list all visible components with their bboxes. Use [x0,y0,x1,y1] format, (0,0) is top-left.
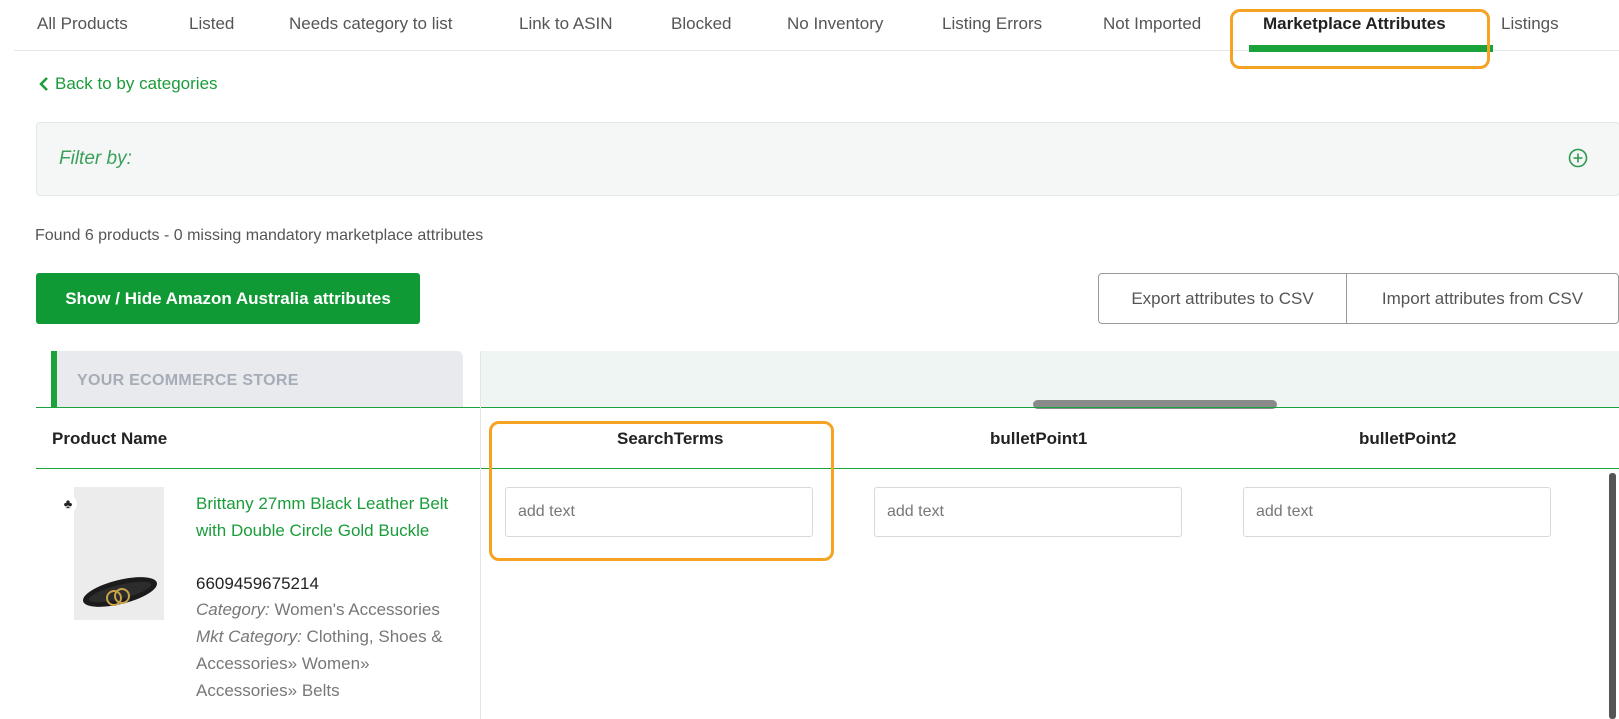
product-name-link[interactable]: Brittany 27mm Black Leather Belt with Do… [196,490,471,544]
searchterms-input[interactable] [505,487,813,537]
product-sku: 6609459675214 [196,574,319,593]
variants-icon: ♣ [59,495,77,513]
tab-all-products[interactable]: All Products [37,14,128,34]
category-value: Women's Accessories [274,600,440,619]
tab-link-to-asin[interactable]: Link to ASIN [519,14,613,34]
tab-listings[interactable]: Listings [1501,14,1559,34]
tab-listing-errors[interactable]: Listing Errors [942,14,1042,34]
column-header-product-name: Product Name [52,429,168,448]
back-to-categories-link[interactable]: Back to by categories [39,74,218,94]
belt-image [83,577,157,607]
store-section-header: YOUR ECOMMERCE STORE [51,351,463,407]
chevron-left-icon [39,77,48,91]
marketplace-section-header [481,351,1619,407]
bulletpoint1-input[interactable] [874,487,1182,537]
plus-circle-icon[interactable] [1567,147,1589,169]
table-header: Product Name SearchTerms bulletPoint1 bu… [36,407,1619,469]
product-meta: Category: Women's Accessories Mkt Catego… [196,596,471,704]
filter-label: Filter by: [59,148,132,169]
tab-marketplace-attributes[interactable]: Marketplace Attributes [1263,14,1446,34]
column-header-bulletpoint1: bulletPoint1 [990,429,1088,448]
back-link-label: Back to by categories [55,74,218,93]
bulletpoint2-input[interactable] [1243,487,1551,537]
vertical-scrollbar[interactable] [1609,473,1616,719]
store-section-label: YOUR ECOMMERCE STORE [77,372,299,389]
tab-needs-category[interactable]: Needs category to list [289,14,452,34]
results-summary: Found 6 products - 0 missing mandatory m… [35,227,484,244]
category-key: Category: [196,600,270,619]
tab-not-imported[interactable]: Not Imported [1103,14,1201,34]
tab-no-inventory[interactable]: No Inventory [787,14,883,34]
active-tab-indicator [1249,45,1493,52]
column-header-searchterms: SearchTerms [617,429,724,448]
toggle-amazon-attributes-button[interactable]: Show / Hide Amazon Australia attributes [36,273,420,324]
tab-blocked[interactable]: Blocked [671,14,731,34]
tab-listed[interactable]: Listed [189,14,234,34]
tab-bar: All Products Listed Needs category to li… [14,0,1619,52]
product-thumbnail[interactable] [74,487,164,620]
import-csv-button[interactable]: Import attributes from CSV [1346,273,1619,324]
table-row: ♣ Brittany 27mm Black Leather Belt with … [36,467,1619,719]
export-csv-button[interactable]: Export attributes to CSV [1098,273,1347,324]
column-header-bulletpoint2: bulletPoint2 [1359,429,1457,448]
filter-panel[interactable]: Filter by: [36,122,1619,196]
mkt-category-key: Mkt Category: [196,627,302,646]
